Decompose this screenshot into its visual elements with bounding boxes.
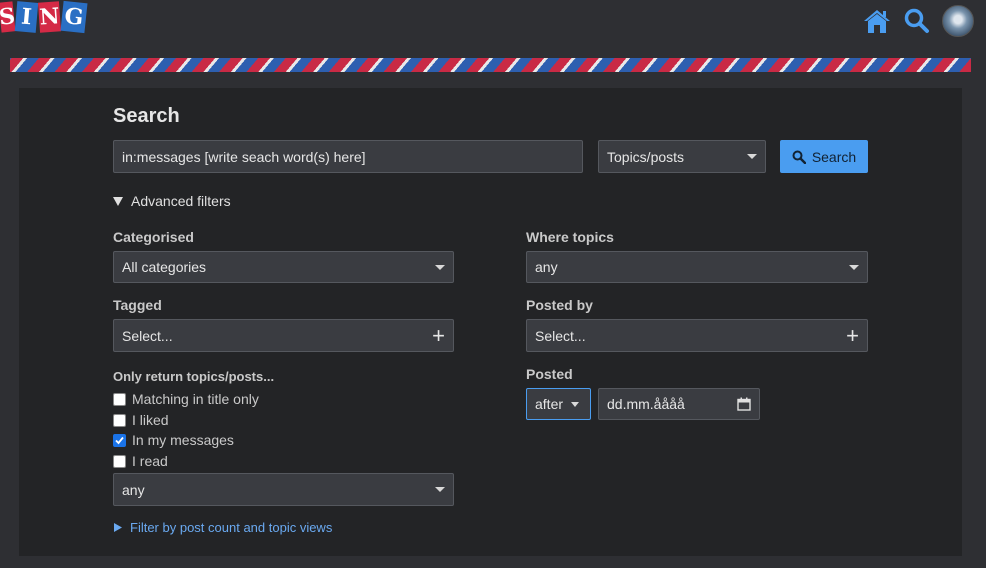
avatar[interactable] [942,5,974,37]
plus-icon: + [846,322,859,348]
chevron-down-icon [435,487,445,492]
site-header: S I N G [0,0,986,50]
only-return-label: Only return topics/posts... [113,369,275,384]
search-button-label: Search [811,148,857,165]
checkbox-label: Matching in title only [132,391,259,407]
checkbox-box[interactable] [113,454,126,468]
page-title: Search [113,105,180,127]
checkmark-icon [115,436,124,444]
posted-relation-value: after [535,396,564,412]
advanced-filters-toggle[interactable]: Advanced filters [113,193,231,209]
posted-by-select[interactable]: Select... + [526,319,868,352]
posted-by-placeholder: Select... [535,327,586,344]
airmail-stripe-divider [10,58,971,72]
logo-letter: N [37,1,62,33]
status-value: any [122,481,145,498]
tagged-select[interactable]: Select... + [113,319,454,352]
categorised-label: Categorised [113,229,194,245]
search-icon[interactable] [902,6,932,36]
posted-date-placeholder: dd.mm.åååå [607,396,685,412]
filter-link-label: Filter by post count and topic views [130,520,333,535]
checkbox-i-liked[interactable]: I liked [113,412,169,428]
posted-label: Posted [526,366,573,382]
categorised-select[interactable]: All categories [113,251,454,283]
where-topics-label: Where topics [526,229,614,245]
where-topics-value: any [535,259,558,275]
home-icon[interactable] [862,6,892,36]
search-type-value: Topics/posts [607,148,685,165]
checkbox-label: I read [132,453,168,469]
checkbox-i-read[interactable]: I read [113,453,168,469]
checkbox-matching-title[interactable]: Matching in title only [113,391,259,407]
where-topics-select[interactable]: any [526,251,868,283]
search-button[interactable]: Search [780,140,868,173]
checkbox-box[interactable] [113,433,126,447]
checkbox-box[interactable] [113,392,126,406]
tagged-placeholder: Select... [122,327,173,344]
chevron-down-icon [747,154,757,159]
posted-by-label: Posted by [526,297,593,313]
triangle-down-icon [113,196,123,206]
categorised-value: All categories [122,259,207,275]
search-input[interactable]: in:messages [write seach word(s) here] [113,140,583,173]
calendar-icon[interactable] [737,397,751,411]
checkbox-in-my-messages[interactable]: In my messages [113,432,234,448]
checkbox-box[interactable] [113,413,126,427]
chevron-down-icon [571,401,580,407]
filter-post-count-link[interactable]: Filter by post count and topic views [114,520,332,535]
posted-relation-select[interactable]: after [526,388,591,420]
site-logo[interactable]: S I N G [0,0,88,36]
status-select[interactable]: any [113,473,454,506]
chevron-down-icon [849,264,859,270]
advanced-filters-label: Advanced filters [131,193,231,209]
triangle-right-icon [114,523,122,532]
posted-date-input[interactable]: dd.mm.åååå [598,388,760,420]
search-input-value: in:messages [write seach word(s) here] [122,148,366,165]
chevron-down-icon [435,264,445,270]
logo-letter: G [60,0,88,34]
search-icon [792,150,806,164]
checkbox-label: I liked [132,412,169,428]
plus-icon: + [432,322,445,348]
logo-letter: S [0,1,17,33]
search-type-select[interactable]: Topics/posts [598,140,766,173]
tagged-label: Tagged [113,297,162,313]
logo-letter: I [14,1,39,33]
checkbox-label: In my messages [132,432,234,448]
